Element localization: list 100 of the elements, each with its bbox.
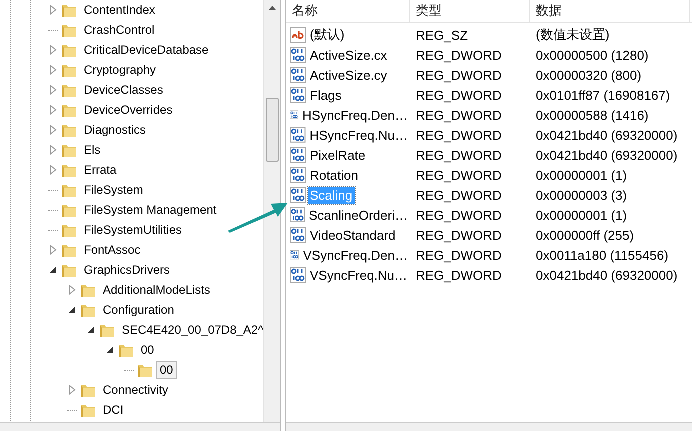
value-data: 0x00000320 (800) bbox=[535, 68, 643, 82]
tree-item[interactable]: GraphicsDrivers bbox=[80, 261, 174, 279]
expand-icon[interactable] bbox=[48, 165, 58, 175]
folder-icon bbox=[61, 2, 77, 18]
folder-icon bbox=[61, 222, 77, 238]
collapse-icon[interactable] bbox=[67, 305, 77, 315]
tree-item[interactable]: DCI bbox=[99, 401, 128, 419]
value-type: REG_DWORD bbox=[415, 68, 503, 82]
folder-icon bbox=[61, 262, 77, 278]
value-name[interactable]: HSyncFreq.Nu… bbox=[308, 126, 410, 144]
binary-value-icon bbox=[290, 207, 305, 223]
value-type: REG_DWORD bbox=[415, 208, 503, 222]
tree-item[interactable]: ContentIndex bbox=[80, 1, 160, 19]
column-header[interactable]: 类型 bbox=[410, 0, 530, 22]
folder-icon bbox=[80, 302, 96, 318]
value-name[interactable]: (默认) bbox=[308, 25, 347, 45]
folder-icon bbox=[61, 102, 77, 118]
binary-value-icon bbox=[290, 147, 306, 163]
expand-icon[interactable] bbox=[48, 245, 58, 255]
value-type: REG_DWORD bbox=[415, 148, 503, 162]
value-name[interactable]: ActiveSize.cx bbox=[308, 46, 390, 64]
value-type: REG_DWORD bbox=[415, 228, 503, 242]
tree-item[interactable]: CriticalDeviceDatabase bbox=[80, 41, 213, 59]
folder-icon bbox=[137, 362, 153, 378]
tree-item[interactable]: Els bbox=[80, 141, 105, 159]
value-name[interactable]: VideoStandard bbox=[308, 226, 398, 244]
value-type: REG_DWORD bbox=[415, 48, 503, 62]
collapse-icon[interactable] bbox=[48, 265, 58, 275]
value-type: REG_DWORD bbox=[415, 188, 503, 202]
expand-icon[interactable] bbox=[67, 385, 77, 395]
tree-item[interactable]: Cryptography bbox=[80, 61, 160, 79]
binary-value-icon bbox=[290, 167, 306, 183]
column-header[interactable]: 数据 bbox=[530, 0, 690, 22]
folder-icon bbox=[80, 282, 96, 298]
folder-icon bbox=[61, 122, 77, 138]
vertical-scrollbar[interactable] bbox=[263, 0, 280, 422]
expand-icon[interactable] bbox=[48, 105, 58, 115]
tree-item[interactable]: Errata bbox=[80, 161, 121, 179]
binary-value-icon bbox=[290, 67, 306, 83]
expand-icon[interactable] bbox=[48, 65, 58, 75]
scrollbar-thumb[interactable] bbox=[266, 98, 278, 162]
tree-item[interactable]: DeviceClasses bbox=[80, 81, 168, 99]
column-header[interactable]: 名称 bbox=[286, 0, 410, 22]
expand-icon[interactable] bbox=[67, 285, 77, 295]
value-name[interactable]: PixelRate bbox=[308, 146, 368, 164]
tree-item[interactable]: AdditionalModeLists bbox=[99, 281, 214, 299]
expand-icon[interactable] bbox=[48, 145, 58, 155]
folder-icon bbox=[61, 22, 77, 38]
expand-icon[interactable] bbox=[48, 85, 58, 95]
tree-item[interactable]: DeviceOverrides bbox=[80, 101, 177, 119]
string-value-icon bbox=[290, 27, 306, 43]
value-data: 0x00000001 (1) bbox=[535, 208, 628, 222]
value-data: 0x000000ff (255) bbox=[535, 228, 636, 242]
tree-item[interactable]: FileSystemUtilities bbox=[80, 221, 186, 239]
tree-item[interactable]: 00 bbox=[137, 341, 158, 359]
value-type: REG_DWORD bbox=[415, 128, 503, 142]
binary-value-icon bbox=[290, 87, 306, 103]
folder-icon bbox=[80, 402, 96, 418]
tree-item[interactable]: Configuration bbox=[99, 301, 178, 319]
tree-item[interactable]: FontAssoc bbox=[80, 241, 145, 259]
folder-icon bbox=[61, 42, 77, 58]
expand-icon[interactable] bbox=[48, 5, 58, 15]
value-data: 0x0421bd40 (69320000) bbox=[535, 268, 679, 282]
value-name[interactable]: VSyncFreq.Den… bbox=[301, 246, 410, 264]
value-type: REG_DWORD bbox=[415, 88, 503, 102]
value-data: 0x0101ff87 (16908167) bbox=[535, 88, 672, 102]
value-type: REG_DWORD bbox=[415, 168, 503, 182]
value-name[interactable]: VSyncFreq.Nu… bbox=[308, 266, 410, 284]
binary-value-icon bbox=[290, 267, 306, 283]
folder-icon bbox=[118, 342, 134, 358]
value-data: 0x00000588 (1416) bbox=[535, 108, 650, 122]
value-name[interactable]: ScanlineOrderi… bbox=[307, 206, 410, 224]
collapse-icon[interactable] bbox=[86, 325, 96, 335]
horizontal-scrollbar[interactable] bbox=[286, 422, 692, 431]
tree-item[interactable]: FileSystem bbox=[80, 181, 148, 199]
folder-icon bbox=[61, 142, 77, 158]
value-data: 0x00000003 (3) bbox=[535, 188, 628, 202]
value-name[interactable]: HSyncFreq.Den… bbox=[300, 106, 410, 124]
folder-icon bbox=[99, 322, 115, 338]
tree-item[interactable]: 00 bbox=[156, 361, 178, 379]
expand-icon[interactable] bbox=[48, 45, 58, 55]
binary-value-icon bbox=[290, 127, 306, 143]
expand-icon[interactable] bbox=[48, 125, 58, 135]
tree-item[interactable]: Connectivity bbox=[99, 381, 172, 399]
tree-item[interactable]: Diagnostics bbox=[80, 121, 150, 139]
tree-item[interactable]: FileSystem Management bbox=[80, 201, 221, 219]
collapse-icon[interactable] bbox=[105, 345, 115, 355]
value-name[interactable]: Flags bbox=[308, 86, 344, 104]
horizontal-scrollbar[interactable] bbox=[0, 422, 280, 431]
value-type: REG_SZ bbox=[415, 28, 470, 42]
value-data: 0x0011a180 (1155456) bbox=[535, 248, 670, 262]
tree-item[interactable]: CrashControl bbox=[80, 21, 159, 39]
value-data: 0x0421bd40 (69320000) bbox=[535, 128, 679, 142]
value-name[interactable]: Rotation bbox=[308, 166, 360, 184]
folder-icon bbox=[61, 202, 77, 218]
binary-value-icon bbox=[290, 47, 306, 63]
value-data: 0x00000500 (1280) bbox=[535, 48, 650, 62]
value-name[interactable]: ActiveSize.cy bbox=[308, 66, 390, 84]
value-type: REG_DWORD bbox=[415, 108, 503, 122]
binary-value-icon bbox=[290, 227, 306, 243]
